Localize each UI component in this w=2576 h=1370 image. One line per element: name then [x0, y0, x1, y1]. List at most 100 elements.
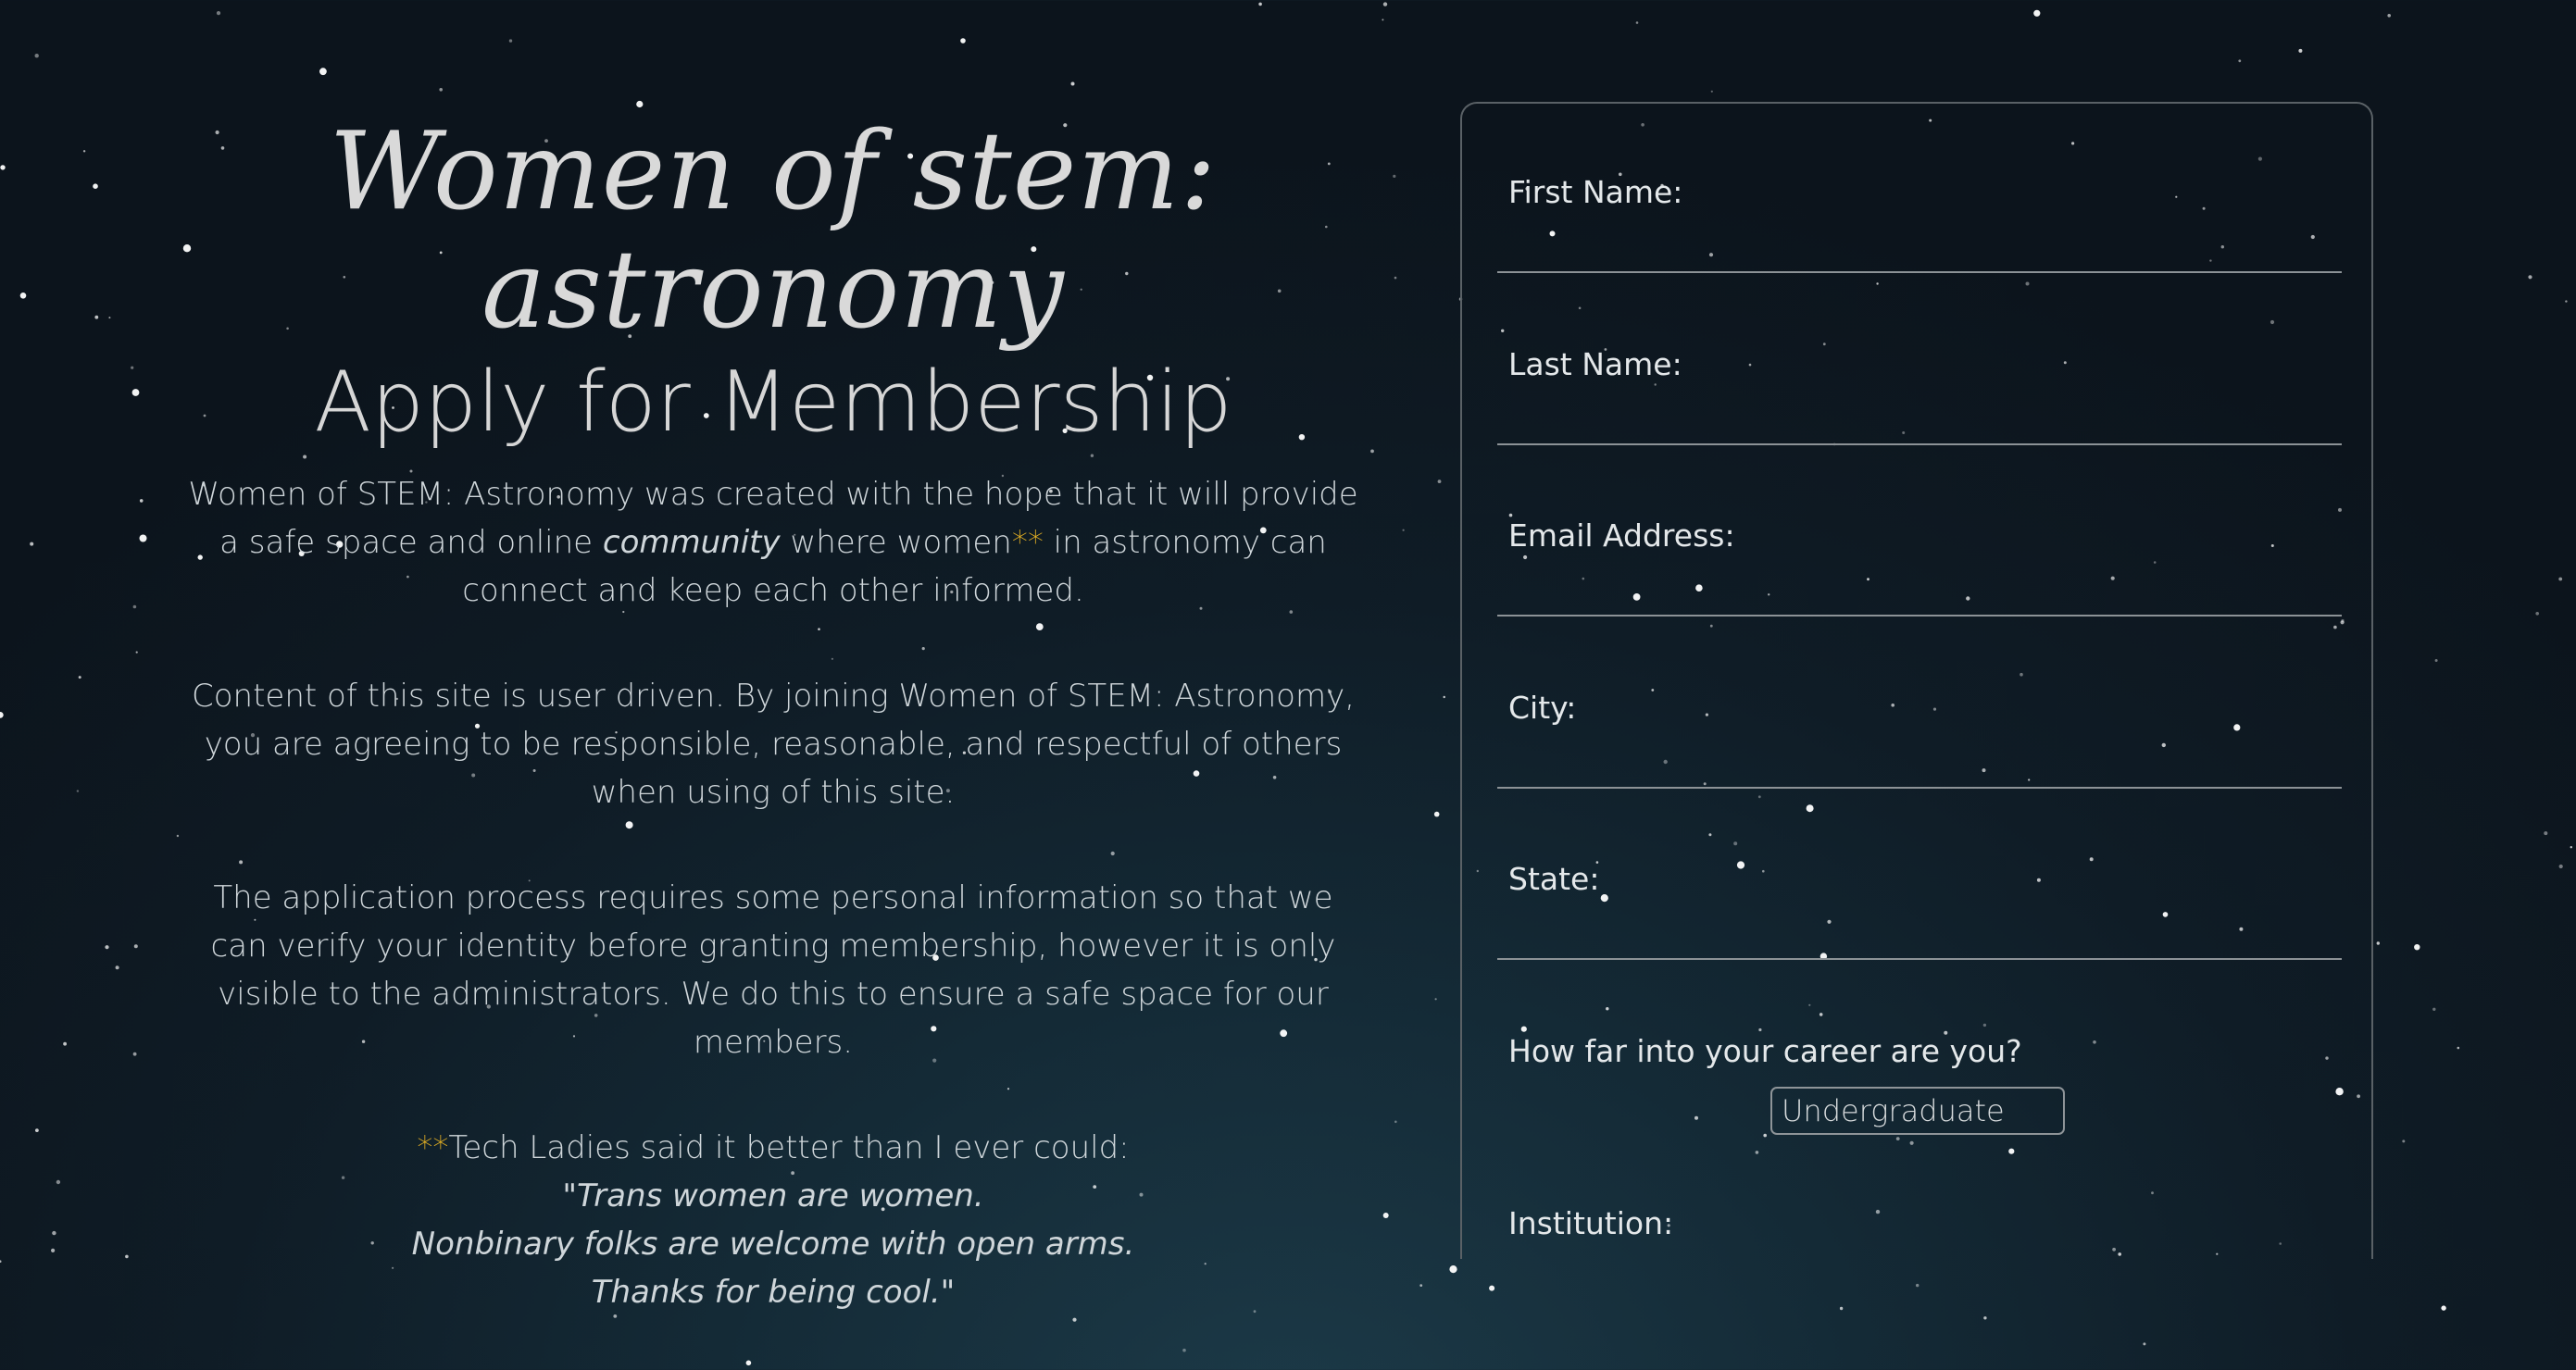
star [960, 38, 966, 44]
star [63, 1041, 67, 1046]
star [2441, 1305, 2446, 1311]
star [132, 1052, 137, 1056]
star [1434, 998, 1437, 1001]
career-label: How far into your career are you? [1508, 1033, 2022, 1069]
star [105, 945, 109, 950]
star [1449, 1265, 1457, 1274]
star [35, 1128, 39, 1132]
star [2376, 941, 2380, 945]
star [78, 676, 81, 679]
star [2434, 659, 2438, 662]
page-title: Apply for Membership [314, 354, 1232, 452]
star [1635, 21, 1639, 24]
star [1983, 1316, 1987, 1320]
star [115, 965, 119, 970]
star [1394, 1120, 1397, 1124]
star [131, 389, 140, 396]
quote-line: Thanks for being cool." [591, 1274, 956, 1312]
star [2143, 1342, 2146, 1346]
star [93, 183, 98, 189]
star [108, 317, 111, 319]
star [508, 39, 513, 43]
star [1382, 2, 1388, 6]
star [2457, 1046, 2460, 1050]
intro-paragraph-2: Content of this site is user driven. By … [191, 678, 1356, 812]
quote-line: Nonbinary folks are welcome with open ar… [411, 1226, 1135, 1264]
footnote-marker: ** [1011, 524, 1044, 562]
city-input[interactable] [1497, 746, 2342, 789]
star [1710, 90, 1713, 93]
first-name-label: First Name: [1508, 174, 1683, 210]
star [2558, 577, 2563, 581]
star [1393, 174, 1396, 178]
star [1258, 2, 1262, 6]
star [2528, 275, 2532, 280]
star [1437, 480, 1442, 483]
star [132, 604, 137, 609]
first-name-field: First Name: [1497, 174, 2342, 273]
star [139, 534, 147, 542]
last-name-input[interactable] [1497, 403, 2342, 445]
star [2238, 59, 2242, 63]
star [52, 1230, 56, 1236]
star [1419, 1284, 1423, 1287]
star [2558, 864, 2563, 869]
footnote-marker: ** [417, 1129, 449, 1167]
star [2033, 9, 2041, 17]
site-brand-title: Women of stem: astronomy [329, 109, 1218, 353]
star [1402, 529, 1405, 531]
star [2535, 612, 2539, 616]
last-name-label: Last Name: [1508, 346, 1682, 382]
star [2414, 944, 2420, 951]
email-label: Email Address: [1508, 517, 1735, 554]
star [1433, 811, 1440, 817]
state-field: State: [1497, 861, 2342, 960]
star [2570, 846, 2572, 849]
state-input[interactable] [1497, 917, 2342, 960]
star [133, 944, 138, 949]
star [176, 834, 180, 838]
star [131, 366, 134, 369]
star [1070, 81, 1075, 86]
star [319, 68, 327, 76]
quote-line: "Trans women are women. [562, 1177, 984, 1215]
star [34, 54, 39, 58]
star [2544, 831, 2548, 836]
first-name-input[interactable] [1497, 230, 2342, 273]
star [2432, 1007, 2436, 1012]
star [1370, 449, 1374, 454]
star [19, 293, 27, 299]
intro-emphasis: community [602, 524, 781, 562]
star [56, 1179, 61, 1185]
intro-paragraph-3: The application process requires some pe… [210, 879, 1336, 1062]
star [2402, 1140, 2406, 1143]
city-label: City: [1508, 690, 1577, 726]
career-stage-select[interactable]: Undergraduate [1770, 1087, 2065, 1135]
quote-intro: Tech Ladies said it better than I ever c… [448, 1129, 1130, 1167]
star [1394, 276, 1397, 280]
star [139, 499, 144, 503]
career-field: How far into your career are you? [1497, 1033, 2338, 1069]
star [2298, 48, 2303, 53]
star [1839, 1306, 1844, 1311]
star [135, 651, 138, 654]
last-name-field: Last Name: [1497, 346, 2342, 445]
city-field: City: [1497, 690, 2342, 789]
intro-panel: Women of stem: astronomy Apply for Membe… [185, 93, 1361, 1370]
star [0, 712, 4, 718]
star [216, 11, 221, 16]
star [76, 790, 80, 792]
star [2565, 300, 2568, 303]
institution-label: Institution: [1508, 1205, 1674, 1241]
intro-text: where women [780, 524, 1012, 562]
tech-ladies-quote: **Tech Ladies said it better than I ever… [185, 1124, 1361, 1316]
star [1382, 1213, 1389, 1218]
membership-form: First Name: Last Name: Email Address: Ci… [1460, 102, 2373, 1259]
intro-paragraph-1: Women of STEM: Astronomy was created wit… [185, 470, 1361, 615]
institution-field: Institution: [1497, 1205, 2338, 1241]
star [1916, 1283, 1919, 1288]
email-input[interactable] [1497, 574, 2342, 616]
star [82, 150, 86, 153]
star [125, 1254, 129, 1259]
star [1443, 695, 1445, 699]
